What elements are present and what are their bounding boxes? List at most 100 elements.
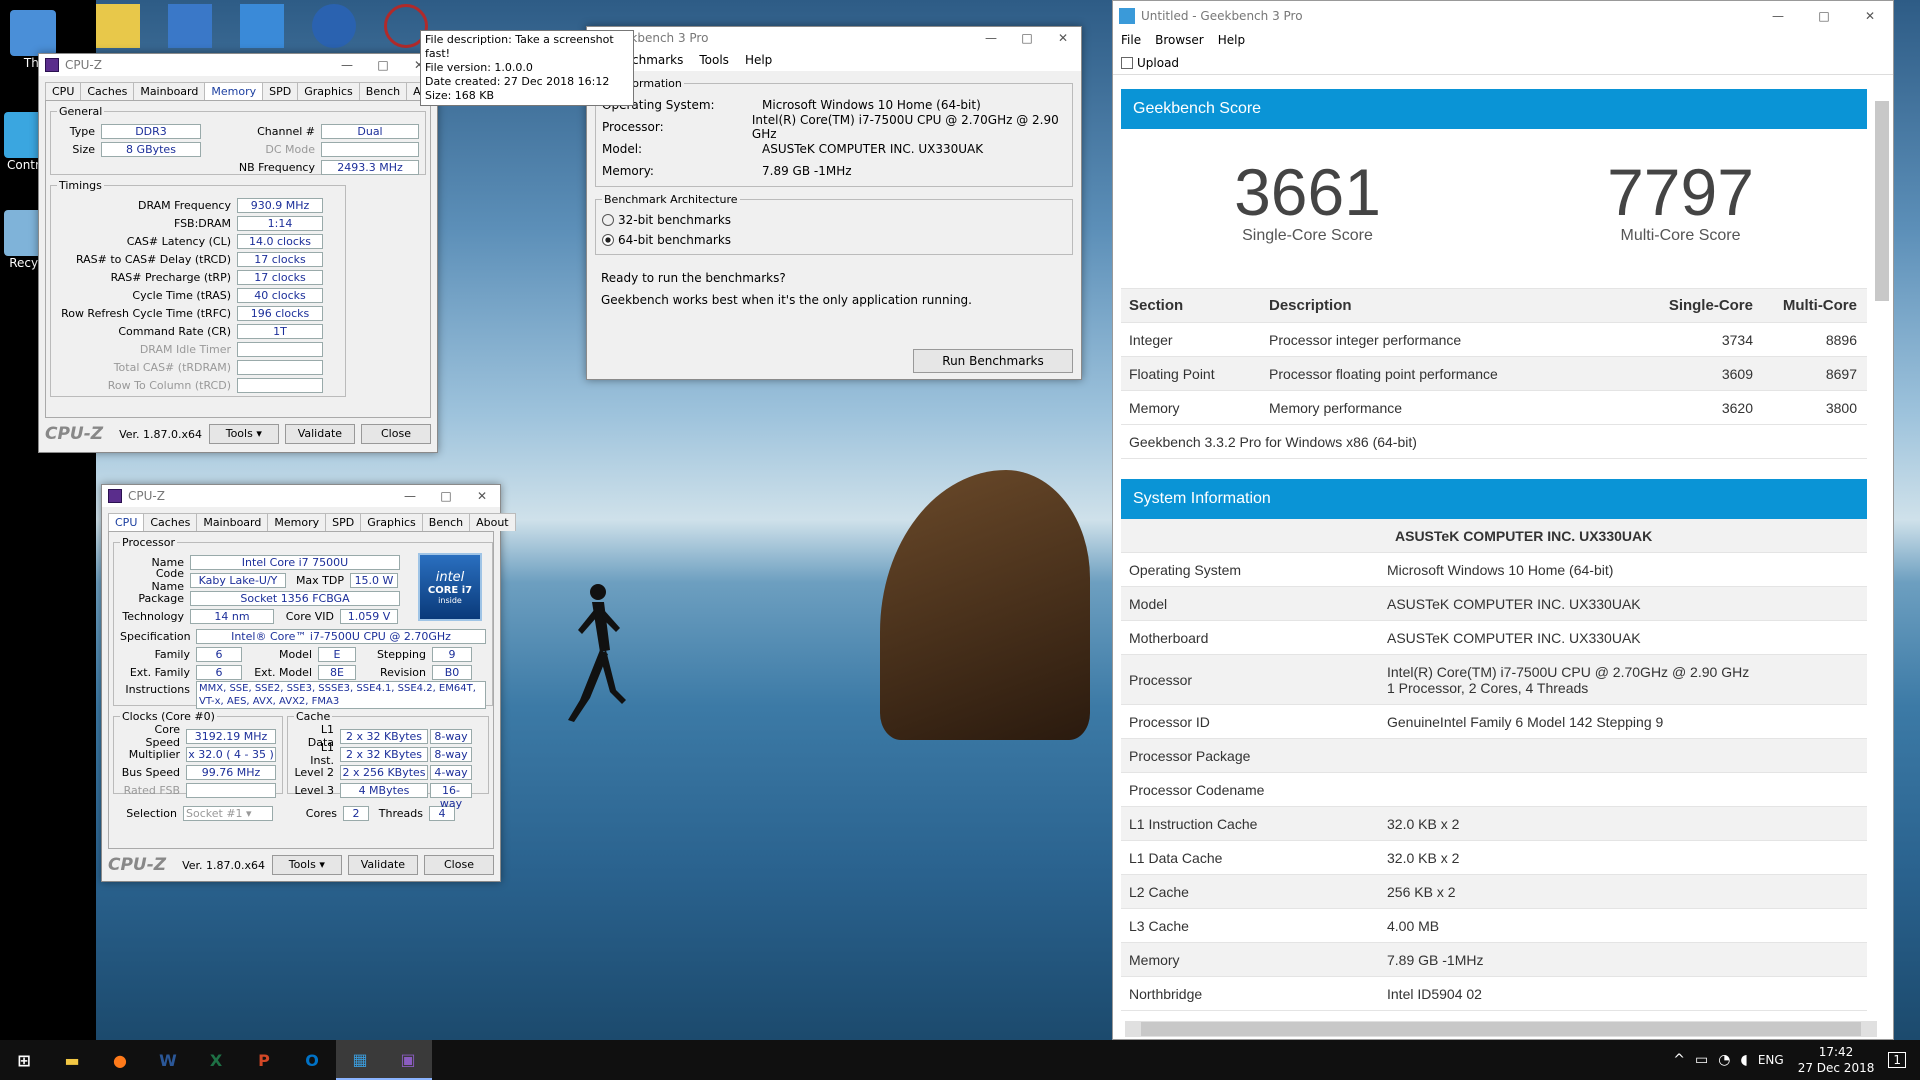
menu-browser[interactable]: Browser bbox=[1155, 33, 1204, 49]
document-icon[interactable] bbox=[96, 4, 140, 48]
sys-label: Processor ID bbox=[1129, 713, 1210, 730]
cache-value: 4 MBytes bbox=[340, 782, 428, 798]
validate-button[interactable]: Validate bbox=[347, 855, 418, 875]
upload-icon[interactable] bbox=[1121, 56, 1133, 69]
close-button[interactable]: Close bbox=[360, 424, 432, 444]
selection-row: Selection Socket #1 ▾ Cores 2 Threads 4 bbox=[113, 802, 489, 824]
vertical-scrollbar-thumb[interactable] bbox=[1875, 101, 1889, 301]
cell-description: Memory performance bbox=[1269, 399, 1403, 416]
tab-caches[interactable]: Caches bbox=[143, 513, 198, 531]
cpuz-memory-window[interactable]: CPU-Z — □ ✕ CPU Caches Mainboard Memory … bbox=[38, 53, 453, 453]
sysinfo-value: ASUSTeK COMPUTER INC. UX330UAK bbox=[762, 142, 984, 156]
minimize-icon[interactable]: — bbox=[973, 31, 1009, 45]
tab-mainboard[interactable]: Mainboard bbox=[196, 513, 269, 531]
tools-button[interactable]: Tools ▾ bbox=[271, 855, 342, 875]
file-explorer-icon[interactable]: ▬ bbox=[48, 1040, 96, 1080]
maximize-icon[interactable]: □ bbox=[1801, 9, 1847, 23]
tab-caches[interactable]: Caches bbox=[80, 82, 135, 100]
radio-32bit[interactable] bbox=[602, 214, 614, 226]
close-button[interactable]: Close bbox=[423, 855, 495, 875]
table-row: Processor ID GenuineIntel Family 6 Model … bbox=[1121, 705, 1867, 739]
outlook-icon[interactable]: O bbox=[288, 1040, 336, 1080]
language-indicator[interactable]: ENG bbox=[1758, 1053, 1784, 1067]
cache-label: Level 2 bbox=[294, 765, 334, 779]
timing-label: Row To Column (tRCD) bbox=[107, 378, 231, 392]
menu-help[interactable]: Help bbox=[1218, 33, 1245, 49]
volume-icon[interactable]: ◖ bbox=[1740, 1052, 1747, 1068]
tab-memory[interactable]: Memory bbox=[204, 82, 264, 100]
excel-icon[interactable]: X bbox=[192, 1040, 240, 1080]
tab-spd[interactable]: SPD bbox=[325, 513, 362, 531]
radio-64bit[interactable] bbox=[602, 234, 614, 246]
cell-section: Floating Point bbox=[1129, 365, 1215, 382]
clock[interactable]: 17:42 27 Dec 2018 bbox=[1798, 1044, 1875, 1076]
close-icon[interactable]: ✕ bbox=[1847, 9, 1893, 23]
validate-button[interactable]: Validate bbox=[284, 424, 355, 444]
tab-cpu[interactable]: CPU bbox=[45, 82, 82, 100]
architecture-group: Benchmark Architecture 32-bit benchmarks… bbox=[595, 193, 1073, 255]
group-legend: Timings bbox=[59, 179, 102, 192]
cache-row: Level 2 2 x 256 KBytes 4-way bbox=[294, 763, 482, 781]
maximize-icon[interactable]: □ bbox=[1009, 31, 1045, 45]
battery-icon[interactable]: ▭ bbox=[1695, 1052, 1708, 1068]
maximize-icon[interactable]: □ bbox=[428, 489, 464, 503]
title-bar[interactable]: CPU-Z — □ ✕ bbox=[39, 54, 437, 76]
tab-cpu[interactable]: CPU bbox=[108, 513, 145, 531]
minimize-icon[interactable]: — bbox=[329, 58, 365, 72]
menu-help[interactable]: Help bbox=[745, 53, 772, 71]
cache-row: L1 Inst. 2 x 32 KBytes 8-way bbox=[294, 741, 482, 767]
maximize-icon[interactable]: □ bbox=[365, 58, 401, 72]
group-legend: Benchmark Architecture bbox=[604, 193, 738, 206]
network-icon[interactable] bbox=[240, 4, 284, 48]
tab-bench[interactable]: Bench bbox=[421, 513, 471, 531]
tray-chevron-icon[interactable]: ^ bbox=[1673, 1052, 1685, 1068]
cpuz-cpu-window[interactable]: CPU-Z — □ ✕ CPU Caches Mainboard Memory … bbox=[101, 484, 516, 882]
geekbench-icon[interactable]: ▦ bbox=[336, 1040, 384, 1080]
tab-about[interactable]: About bbox=[469, 513, 516, 531]
tab-spd[interactable]: SPD bbox=[262, 82, 299, 100]
network-tray-icon[interactable]: ◔ bbox=[1718, 1052, 1730, 1068]
title-bar[interactable]: CPU-Z — □ ✕ bbox=[102, 485, 500, 507]
dropdown-arrow-icon[interactable]: ▾ bbox=[256, 427, 262, 440]
start-button[interactable]: ⊞ bbox=[0, 1040, 48, 1080]
minimize-icon[interactable]: — bbox=[392, 489, 428, 503]
tab-graphics[interactable]: Graphics bbox=[297, 82, 360, 100]
timing-value: 930.9 MHz bbox=[237, 197, 323, 213]
chevron-down-icon[interactable]: ▾ bbox=[246, 807, 252, 820]
word-icon[interactable]: W bbox=[144, 1040, 192, 1080]
dropdown-arrow-icon[interactable]: ▾ bbox=[319, 858, 325, 871]
cpuz-app-icon bbox=[45, 58, 59, 72]
run-benchmarks-button[interactable]: Run Benchmarks bbox=[913, 349, 1073, 373]
geekbench-main-window[interactable]: Untitled - Geekbench 3 Pro — □ ✕ File Br… bbox=[1112, 0, 1894, 1040]
app-s-icon[interactable] bbox=[312, 4, 356, 48]
title-bar[interactable]: ekbench 3 Pro — □ ✕ bbox=[587, 27, 1081, 49]
horizontal-scrollbar-thumb[interactable] bbox=[1141, 1022, 1861, 1036]
col-multi-core: Multi-Core bbox=[1782, 297, 1857, 314]
close-icon[interactable]: ✕ bbox=[1045, 31, 1081, 45]
extfamily-value: 6 bbox=[196, 664, 242, 680]
powerpoint-icon[interactable]: P bbox=[240, 1040, 288, 1080]
geekbench-setup-window[interactable]: ekbench 3 Pro — □ ✕ enchmarks Tools Help… bbox=[586, 26, 1082, 380]
tab-bench[interactable]: Bench bbox=[358, 82, 408, 100]
tools-button[interactable]: Tools ▾ bbox=[208, 424, 279, 444]
menu-tools[interactable]: Tools bbox=[699, 53, 729, 71]
horizontal-scrollbar[interactable] bbox=[1125, 1021, 1877, 1037]
sys-value-wrap: ASUSTeK COMPUTER INC. UX330UAK bbox=[1387, 630, 1641, 646]
sysinfo-row: Processor: Intel(R) Core(TM) i7-7500U CPU… bbox=[602, 113, 1066, 141]
firefox-icon[interactable]: ● bbox=[96, 1040, 144, 1080]
tab-graphics[interactable]: Graphics bbox=[360, 513, 423, 531]
minimize-icon[interactable]: — bbox=[1755, 9, 1801, 23]
cpuz-icon[interactable]: ▣ bbox=[384, 1040, 432, 1080]
selection-dropdown[interactable]: Socket #1 ▾ bbox=[183, 805, 273, 821]
chart-app-icon[interactable] bbox=[168, 4, 212, 48]
tab-mainboard[interactable]: Mainboard bbox=[133, 82, 206, 100]
tab-memory[interactable]: Memory bbox=[267, 513, 327, 531]
menu-file[interactable]: File bbox=[1121, 33, 1141, 49]
close-icon[interactable]: ✕ bbox=[464, 489, 500, 503]
table-row: Processor Codename bbox=[1121, 773, 1867, 807]
sys-value: ASUSTeK COMPUTER INC. UX330UAK bbox=[1387, 629, 1641, 646]
cell-single-core: 3609 bbox=[1721, 365, 1753, 382]
notification-center-icon[interactable]: 1 bbox=[1888, 1052, 1906, 1068]
title-bar[interactable]: Untitled - Geekbench 3 Pro — □ ✕ bbox=[1113, 1, 1893, 31]
upload-button[interactable]: Upload bbox=[1137, 56, 1179, 70]
